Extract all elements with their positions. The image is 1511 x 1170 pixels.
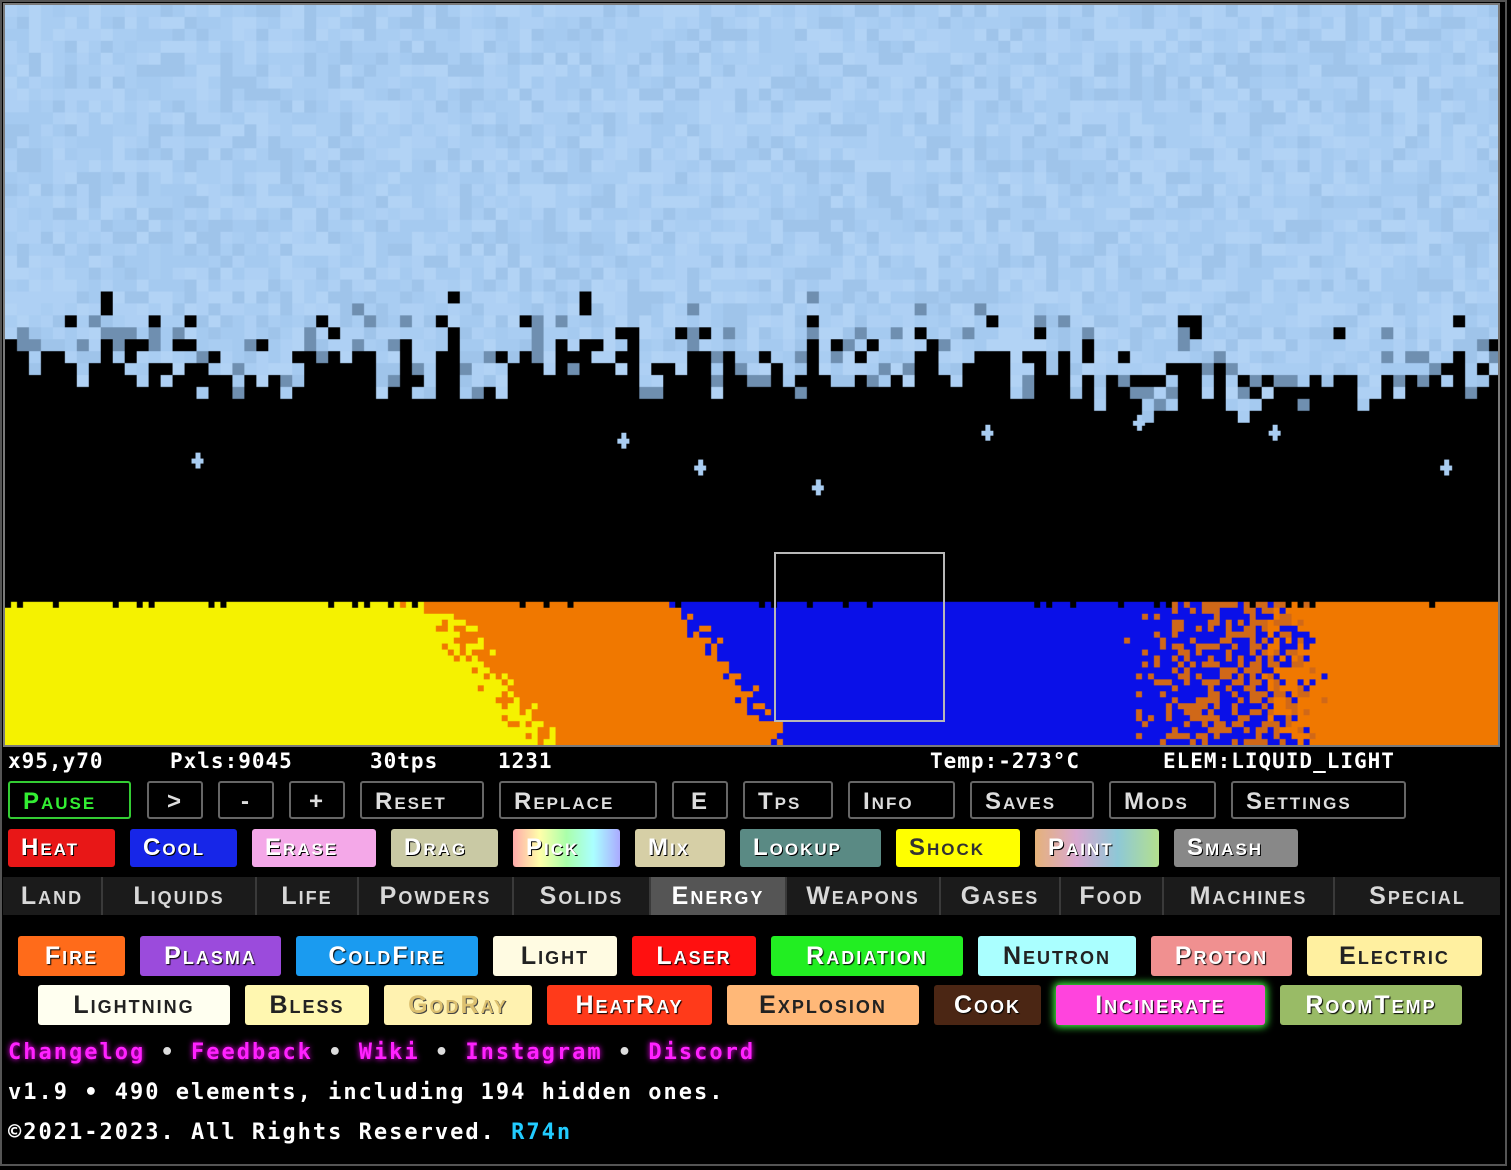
wiki-link[interactable]: Wiki — [359, 1040, 420, 1065]
reset-button[interactable]: Reset — [360, 781, 484, 819]
brush-cursor — [774, 552, 945, 722]
version-info: v1.9 • 490 elements, including 194 hidde… — [8, 1080, 725, 1105]
tps-readout: 30tps — [370, 749, 439, 773]
element-electric-button[interactable]: Electric — [1307, 936, 1482, 976]
category-tab-gases[interactable]: Gases — [941, 877, 1061, 915]
author-link[interactable]: R74n — [511, 1120, 572, 1145]
paint-tool-button[interactable]: Paint — [1035, 829, 1159, 867]
element-incinerate-button[interactable]: Incinerate — [1056, 985, 1265, 1025]
cursor-coordinates: x95,y70 — [8, 749, 104, 773]
element-neutron-button[interactable]: Neutron — [978, 936, 1136, 976]
step-button[interactable]: > — [147, 781, 203, 819]
mix-tool-button[interactable]: Mix — [635, 829, 725, 867]
footer-separator: • — [434, 1040, 451, 1065]
category-tab-land[interactable]: Land — [3, 877, 103, 915]
category-tab-energy[interactable]: Energy — [651, 877, 787, 915]
category-tab-food[interactable]: Food — [1061, 877, 1164, 915]
category-tab-powders[interactable]: Powders — [359, 877, 514, 915]
pause-button[interactable]: Pause — [8, 781, 131, 819]
smash-tool-button[interactable]: Smash — [1174, 829, 1298, 867]
category-tab-machines[interactable]: Machines — [1164, 877, 1335, 915]
shock-tool-button[interactable]: Shock — [896, 829, 1020, 867]
copyright-text: ©2021-2023. All Rights Reserved. — [8, 1120, 496, 1145]
element-radiation-button[interactable]: Radiation — [771, 936, 963, 976]
tick-counter: 1231 — [498, 749, 553, 773]
discord-link[interactable]: Discord — [648, 1040, 755, 1065]
category-tab-life[interactable]: Life — [257, 877, 359, 915]
mods-button[interactable]: Mods — [1109, 781, 1216, 819]
feedback-link[interactable]: Feedback — [191, 1040, 313, 1065]
selected-element: ELEM:LIQUID_LIGHT — [1163, 749, 1395, 773]
element-roomtemp-button[interactable]: RoomTemp — [1280, 985, 1462, 1025]
footer-links: Changelog • Feedback • Wiki • Instagram … — [8, 1038, 755, 1068]
instagram-link[interactable]: Instagram — [465, 1040, 602, 1065]
lookup-tool-button[interactable]: Lookup — [740, 829, 881, 867]
drag-tool-button[interactable]: Drag — [391, 829, 498, 867]
brush-larger-button[interactable]: + — [289, 781, 345, 819]
footer-separator: • — [617, 1040, 634, 1065]
tps-button[interactable]: Tps — [743, 781, 833, 819]
element-explosion-button[interactable]: Explosion — [727, 985, 919, 1025]
cool-tool-button[interactable]: Cool — [130, 829, 237, 867]
element-heatray-button[interactable]: HeatRay — [547, 985, 712, 1025]
erase-tool-button[interactable]: Erase — [252, 829, 376, 867]
brush-smaller-button[interactable]: - — [218, 781, 274, 819]
footer-separator: • — [160, 1040, 176, 1065]
element-cook-button[interactable]: Cook — [934, 985, 1041, 1025]
element-plasma-button[interactable]: Plasma — [140, 936, 281, 976]
copyright-line: ©2021-2023. All Rights Reserved. R74n — [8, 1118, 572, 1148]
heat-tool-button[interactable]: Heat — [8, 829, 115, 867]
simulation-canvas[interactable] — [3, 3, 1500, 747]
element-coldfire-button[interactable]: ColdFire — [296, 936, 478, 976]
element-light-button[interactable]: Light — [493, 936, 617, 976]
element-bless-button[interactable]: Bless — [245, 985, 369, 1025]
category-tab-liquids[interactable]: Liquids — [103, 877, 257, 915]
element-fire-button[interactable]: Fire — [18, 936, 125, 976]
changelog-link[interactable]: Changelog — [8, 1040, 145, 1065]
settings-button[interactable]: Settings — [1231, 781, 1406, 819]
saves-button[interactable]: Saves — [970, 781, 1094, 819]
element-select-button[interactable]: E — [672, 781, 728, 819]
replace-button[interactable]: Replace — [499, 781, 657, 819]
element-godray-button[interactable]: GodRay — [384, 985, 532, 1025]
pick-tool-button[interactable]: Pick — [513, 829, 620, 867]
temperature-readout: Temp:-273°C — [930, 749, 1081, 773]
pixel-count: Pxls:9045 — [170, 749, 293, 773]
category-tab-weapons[interactable]: Weapons — [787, 877, 941, 915]
category-tab-solids[interactable]: Solids — [514, 877, 651, 915]
footer-separator: • — [328, 1040, 344, 1065]
element-laser-button[interactable]: Laser — [632, 936, 756, 976]
element-lightning-button[interactable]: Lightning — [38, 985, 230, 1025]
category-tab-special[interactable]: Special — [1335, 877, 1500, 915]
element-proton-button[interactable]: Proton — [1151, 936, 1292, 976]
info-button[interactable]: Info — [848, 781, 955, 819]
